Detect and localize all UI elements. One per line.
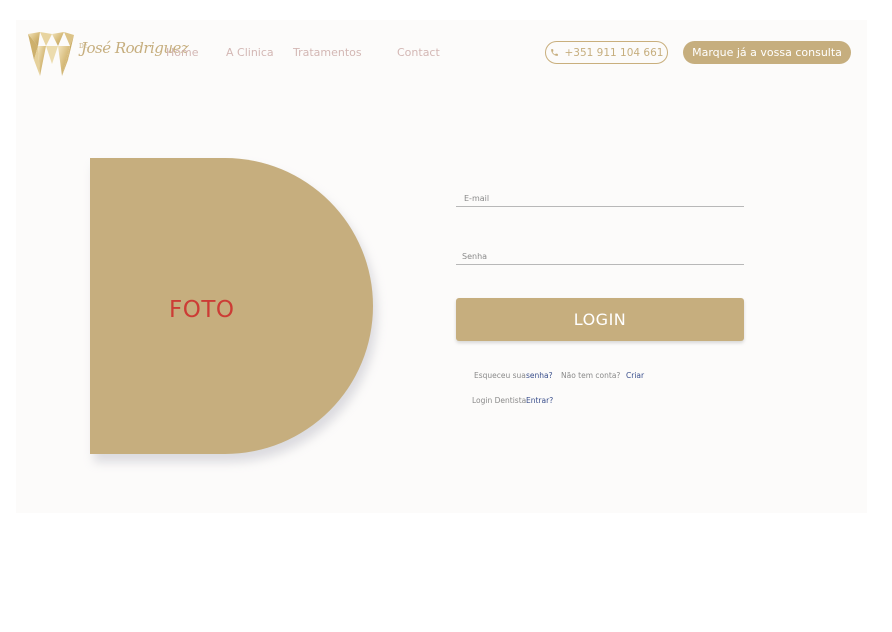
email-field-wrapper xyxy=(456,188,744,207)
phone-number: +351 911 104 661 xyxy=(564,46,664,59)
password-field-wrapper xyxy=(456,246,744,265)
book-appointment-button[interactable]: Marque já a vossa consulta xyxy=(683,41,851,64)
no-account-text: Não tem conta? xyxy=(561,371,621,380)
login-button[interactable]: LOGIN xyxy=(456,298,744,341)
brand-logo[interactable]: Dr. José Rodriguez xyxy=(26,30,189,78)
phone-button[interactable]: +351 911 104 661 xyxy=(545,41,668,64)
dentist-login-link[interactable]: Entrar? xyxy=(526,396,553,405)
tooth-diamond-icon xyxy=(28,32,74,76)
email-field[interactable] xyxy=(456,191,744,206)
nav-tratamentos[interactable]: Tratamentos xyxy=(293,46,362,59)
phone-icon xyxy=(550,49,558,56)
forgot-password-link[interactable]: senha? xyxy=(526,371,553,380)
nav-contact[interactable]: Contact xyxy=(397,46,440,59)
password-field[interactable] xyxy=(456,249,744,264)
photo-placeholder: FOTO xyxy=(90,158,373,454)
dentist-login-text: Login Dentista xyxy=(472,396,527,405)
forgot-text: Esqueceu sua xyxy=(474,371,526,380)
photo-label: FOTO xyxy=(169,297,235,323)
nav-home[interactable]: Home xyxy=(166,46,198,59)
create-account-link[interactable]: Criar xyxy=(626,371,644,380)
nav-a-clinica[interactable]: A Clinica xyxy=(226,46,274,59)
